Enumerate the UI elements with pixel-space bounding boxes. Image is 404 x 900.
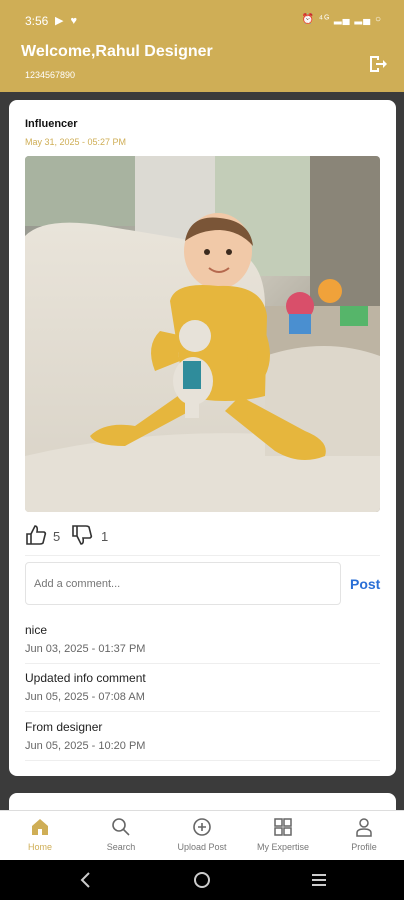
comment-text: Updated info comment [25,671,146,685]
nav-label: Search [106,842,136,852]
divider [25,760,380,761]
nav-label: Profile [351,842,377,852]
nav-item-search[interactable]: Search [81,817,161,852]
status-time: 3:56 [25,14,49,28]
home-button-icon[interactable] [192,870,212,890]
system-status-icons: ⏰ ⁴ᴳ ▂▄ ▂▄ ○ [301,14,382,25]
logout-icon[interactable] [368,55,388,73]
system-nav-bar [0,860,404,900]
comment-text: nice [25,623,48,637]
search-icon [112,818,130,836]
app-header: 3:56 ▶ ♥ ⏰ ⁴ᴳ ▂▄ ▂▄ ○ Welcome,Rahul Desi… [0,0,404,92]
user-phone: 1234567890 [25,70,76,80]
post-title: Influencer [25,118,78,130]
profile-icon [356,818,372,837]
nav-label: My Expertise [256,842,309,852]
notification-icons: ▶ ♥ [55,15,80,27]
post-card: Influencer May 31, 2025 - 05:27 PM 5 1 A… [9,100,396,776]
welcome-title: Welcome,Rahul Designer [21,43,213,60]
home-icon [32,819,48,835]
divider [25,663,380,664]
grid-icon [274,818,292,836]
nav-item-my-expertise[interactable]: My Expertise [243,817,323,852]
post-image[interactable] [25,156,380,512]
upload-icon [193,818,211,836]
divider [25,711,380,712]
comment-date: Jun 03, 2025 - 01:37 PM [25,643,146,655]
nav-item-home[interactable]: Home [0,817,80,852]
nav-label: Home [27,842,52,852]
reactions-bar: 5 1 [25,524,225,546]
comment-text: From designer [25,720,103,734]
nav-label: Upload Post [177,842,227,852]
post-date: May 31, 2025 - 05:27 PM [25,137,127,147]
nav-item-profile[interactable]: Profile [324,817,404,852]
comment-date: Jun 05, 2025 - 10:20 PM [25,740,146,752]
back-icon[interactable] [76,870,96,890]
like-count: 5 [53,529,61,544]
post-comment-button[interactable]: Post [350,576,380,592]
recents-icon[interactable] [309,870,329,890]
nav-item-upload-post[interactable]: Upload Post [162,817,242,852]
divider [25,555,380,556]
bottom-nav: Home Search Upload Post My Expertise Pro… [0,810,404,860]
comment-date: Jun 05, 2025 - 07:08 AM [25,691,145,703]
dislike-icon[interactable] [71,524,93,546]
like-icon[interactable] [25,524,47,546]
dislike-count: 1 [101,529,109,544]
status-bar: 3:56 ▶ ♥ ⏰ ⁴ᴳ ▂▄ ▂▄ ○ [0,0,404,40]
comment-input[interactable] [25,562,341,605]
